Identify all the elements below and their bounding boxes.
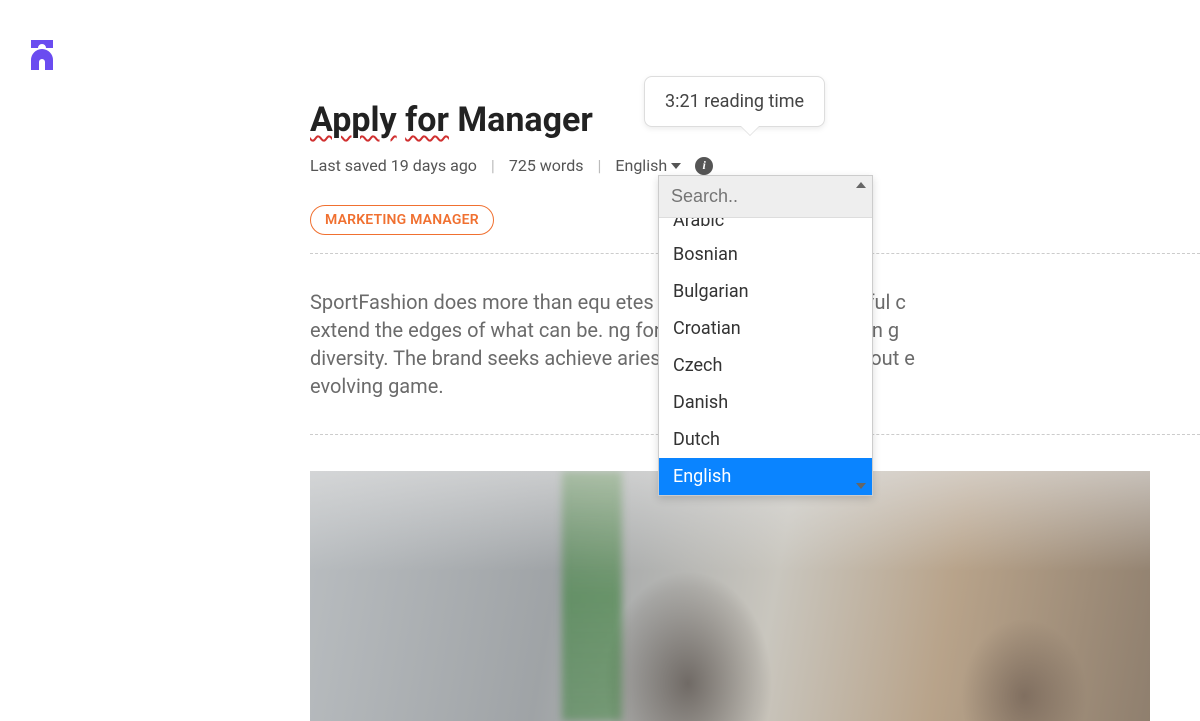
language-option[interactable]: Arabic <box>659 218 872 236</box>
title-word-2: for <box>405 100 449 140</box>
meta-separator: | <box>491 156 495 175</box>
title-word-1: Apply <box>310 100 397 140</box>
meta-row: Last saved 19 days ago | 725 words | Eng… <box>310 156 1200 175</box>
language-option[interactable]: Bulgarian <box>659 273 872 310</box>
language-option[interactable]: Czech <box>659 347 872 384</box>
language-search-input[interactable] <box>659 176 872 218</box>
last-saved-text: Last saved 19 days ago <box>310 156 477 175</box>
language-option-selected[interactable]: English <box>659 458 872 495</box>
page-title[interactable]: Apply for Manager <box>310 100 593 140</box>
info-icon[interactable]: i <box>695 157 713 175</box>
meta-separator: | <box>597 156 601 175</box>
language-dropdown: Arabic Bosnian Bulgarian Croatian Czech … <box>658 175 873 496</box>
language-option[interactable]: Bosnian <box>659 236 872 273</box>
reading-time-tooltip: 3:21 reading time <box>644 76 825 127</box>
scroll-up-icon[interactable] <box>856 182 866 188</box>
language-option-list[interactable]: Arabic Bosnian Bulgarian Croatian Czech … <box>659 218 872 495</box>
language-option[interactable]: Croatian <box>659 310 872 347</box>
language-option[interactable]: Dutch <box>659 421 872 458</box>
word-count: 725 words <box>509 156 584 175</box>
language-option[interactable]: Danish <box>659 384 872 421</box>
title-word-3: Manager <box>457 100 592 140</box>
scroll-down-icon[interactable] <box>856 483 866 489</box>
language-current-label: English <box>615 156 667 175</box>
app-logo[interactable] <box>24 36 60 72</box>
chevron-down-icon <box>671 163 681 169</box>
tooltip-text: 3:21 reading time <box>665 91 804 112</box>
tag-marketing-manager[interactable]: MARKETING MANAGER <box>310 205 494 235</box>
content-image[interactable] <box>310 471 1150 721</box>
language-selector[interactable]: English <box>615 156 681 175</box>
